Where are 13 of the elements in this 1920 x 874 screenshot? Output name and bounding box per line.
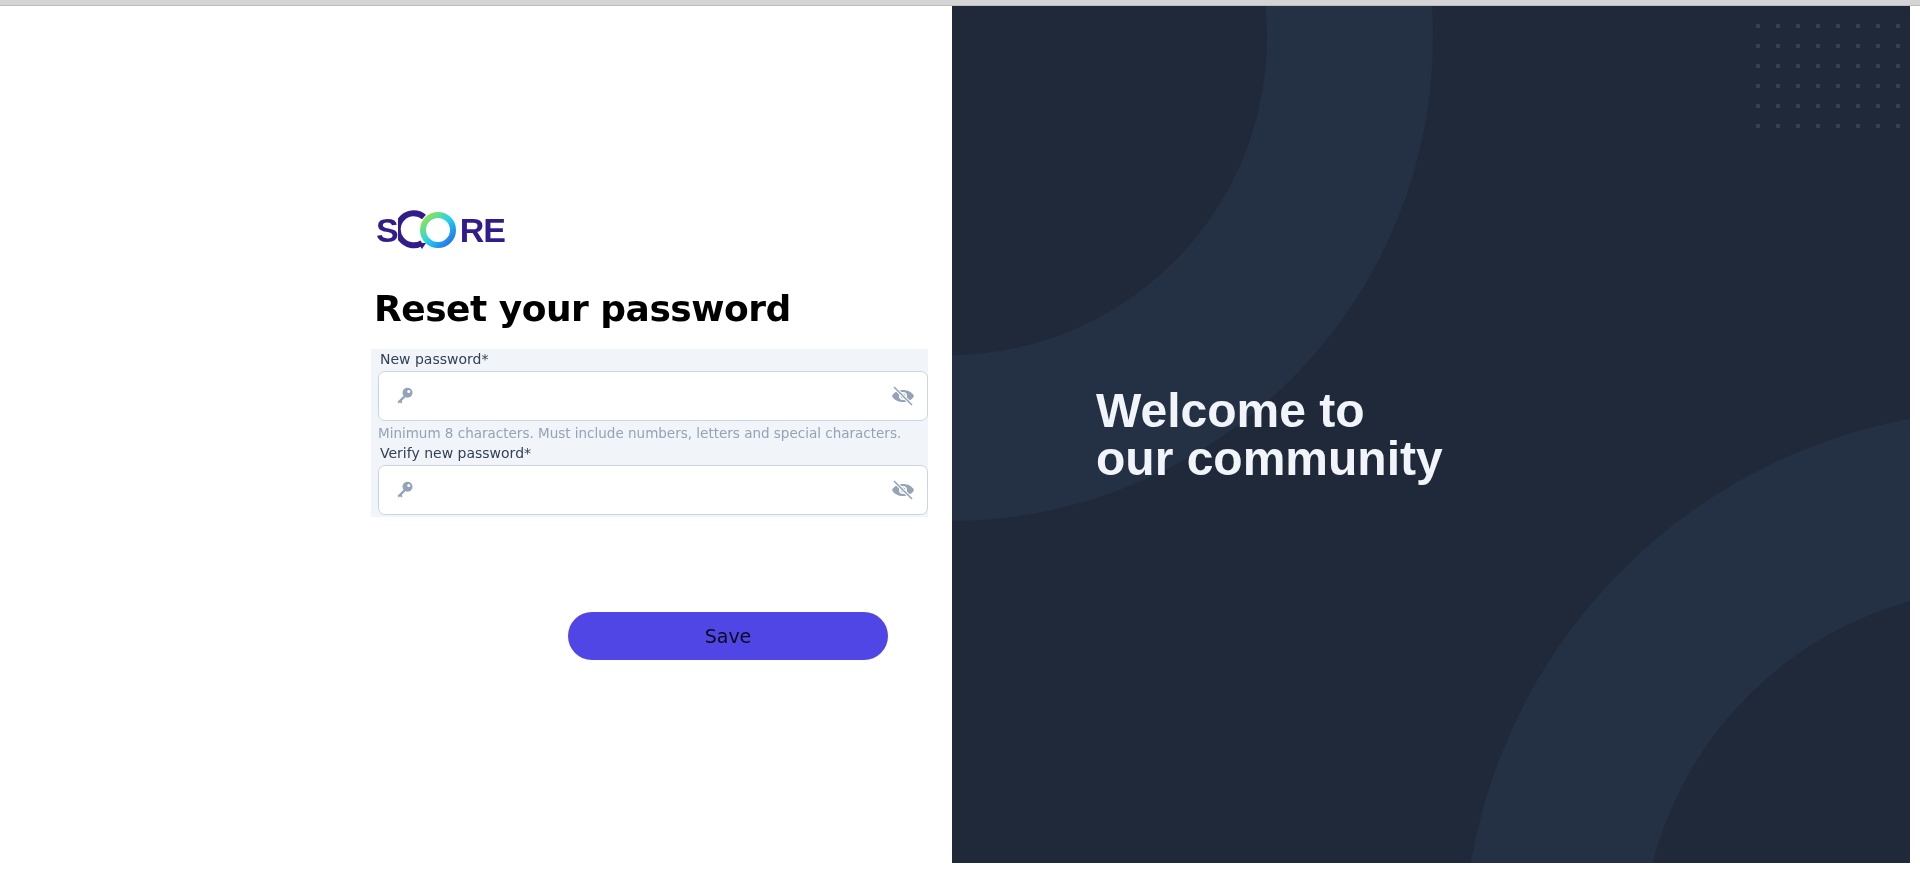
score-logo: S RE — [376, 209, 506, 251]
key-icon — [395, 386, 415, 406]
field-hint: Minimum 8 characters. Must include numbers, letters and special characters. — [378, 425, 903, 441]
page-title: Reset your password — [374, 288, 792, 329]
eye-slash-icon[interactable] — [891, 479, 915, 501]
save-button[interactable]: Save — [568, 612, 888, 660]
key-icon — [395, 480, 415, 500]
eye-slash-icon[interactable] — [891, 385, 915, 407]
password-field[interactable] — [378, 371, 928, 421]
field-label: New password* — [380, 351, 490, 367]
password-field[interactable] — [378, 465, 928, 515]
welcome-heading: Welcome to our community — [1096, 386, 1443, 483]
field-label: Verify new password* — [380, 445, 533, 461]
